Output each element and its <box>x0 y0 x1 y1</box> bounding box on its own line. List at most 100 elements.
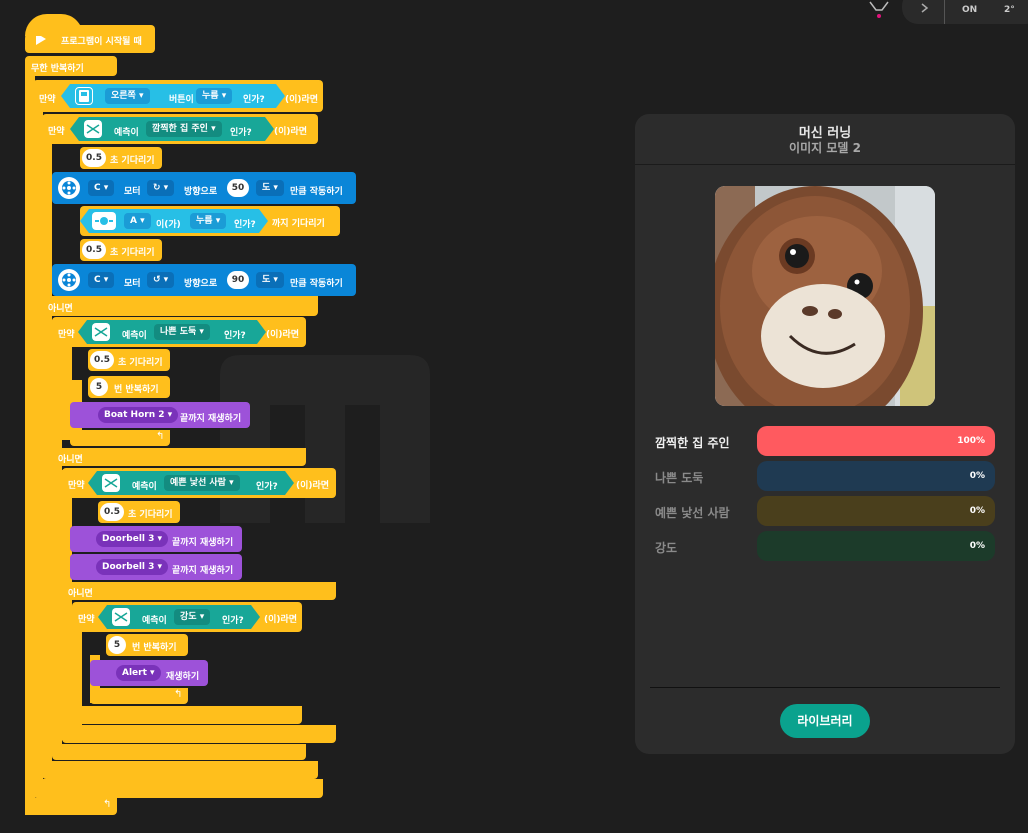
ml-panel: 머신 러닝 이미지 모델 2 깜찍한 집 주인 100% 나쁜 도둑 0% 예쁜… <box>635 114 1015 754</box>
motor-icon <box>58 177 80 199</box>
class-dropdown[interactable]: 예쁜 낯선 사람 ▾ <box>164 475 240 491</box>
class-dropdown[interactable]: 깜찍한 집 주인 ▾ <box>146 121 222 137</box>
if-predict-block-2[interactable]: 만약 예측이 나쁜 도둑 ▾ 인가? (이)라면 <box>52 317 306 347</box>
then-label: (이)라면 <box>285 95 319 105</box>
else-label: 아니면 <box>48 304 73 314</box>
result-value: 0% <box>969 471 985 481</box>
button-side-dropdown[interactable]: 오른쪽 ▾ <box>105 88 150 104</box>
if-predict-block-1[interactable]: 만약 예측이 깜찍한 집 주인 ▾ 인가? (이)라면 <box>42 114 318 144</box>
if-end-4 <box>72 706 302 724</box>
predict-condition[interactable]: 예측이 나쁜 도둑 ▾ 인가? <box>78 320 266 344</box>
sound-dropdown[interactable]: Doorbell 3 ▾ <box>96 531 169 547</box>
play-until-done-label: 끝까지 재생하기 <box>172 538 234 548</box>
repeat-block-2[interactable]: 5 번 반복하기 <box>106 634 188 656</box>
class-dropdown[interactable]: 강도 ▾ <box>174 609 210 625</box>
degree-value[interactable]: 90 <box>227 271 249 289</box>
repeat-value[interactable]: 5 <box>90 378 108 396</box>
else-block-2: 아니면 <box>52 448 306 466</box>
question-label: 인가? <box>234 220 256 230</box>
else-label: 아니면 <box>68 589 93 599</box>
motor-block-2[interactable]: C ▾ 모터 ↺ ▾ 방향으로 90 도 ▾ 만큼 작동하기 <box>52 264 356 296</box>
degree-value[interactable]: 50 <box>227 179 249 197</box>
motor-port-dropdown[interactable]: C ▾ <box>88 272 115 288</box>
wait-value[interactable]: 0.5 <box>82 149 106 167</box>
hub-icon <box>75 87 93 105</box>
chevron-right-icon[interactable] <box>920 2 930 14</box>
sound-value: Boat Horn 2 <box>104 410 165 420</box>
sound-dropdown[interactable]: Doorbell 3 ▾ <box>96 559 169 575</box>
repeat-value[interactable]: 5 <box>108 636 126 654</box>
wait-value[interactable]: 0.5 <box>82 241 106 259</box>
controller-icon[interactable] <box>866 0 892 20</box>
wait-block[interactable]: 0.5 초 기다리기 <box>88 349 170 371</box>
predict-condition[interactable]: 예측이 예쁜 낯선 사람 ▾ 인가? <box>88 471 294 495</box>
result-label: 강도 <box>655 541 678 555</box>
motor-port-value: C <box>94 275 101 285</box>
sound-dropdown[interactable]: Boat Horn 2 ▾ <box>98 407 179 423</box>
pressed-dropdown[interactable]: 누름 ▾ <box>196 88 232 104</box>
play-label: 재생하기 <box>166 672 200 682</box>
loop-arrow-icon: ↰ <box>103 799 112 810</box>
loop-arrow-icon: ↰ <box>174 689 183 700</box>
hat-cap <box>25 14 83 36</box>
if-end-0 <box>33 779 323 798</box>
sensor-port-dropdown[interactable]: A ▾ <box>124 213 151 229</box>
motor-word: 모터 <box>124 187 141 197</box>
repeat-block-1[interactable]: 5 번 반복하기 <box>88 376 170 398</box>
if-button-block[interactable]: 만약 오른쪽 ▾ 버튼이 누름 ▾ 인가? (이)라면 <box>33 80 323 112</box>
else-block-1: 아니면 <box>42 296 318 316</box>
if-predict-block-3[interactable]: 만약 예측이 예쁜 낯선 사람 ▾ 인가? (이)라면 <box>62 468 336 498</box>
motor-block-1[interactable]: C ▾ 모터 ↻ ▾ 방향으로 50 도 ▾ 만큼 작동하기 <box>52 172 356 204</box>
if-label: 만약 <box>48 127 65 137</box>
sound-dropdown[interactable]: Alert ▾ <box>116 665 161 681</box>
wait-value[interactable]: 0.5 <box>100 503 124 521</box>
button-condition[interactable]: 오른쪽 ▾ 버튼이 누름 ▾ 인가? <box>61 84 285 108</box>
wait-label: 초 기다리기 <box>128 510 173 520</box>
play-sound-block[interactable]: Alert ▾ 재생하기 <box>90 660 208 686</box>
unit-value: 도 <box>262 183 271 193</box>
unit-dropdown[interactable]: 도 ▾ <box>256 272 284 288</box>
sound-value: Doorbell 3 <box>102 534 155 544</box>
if-predict-block-4[interactable]: 만약 예측이 강도 ▾ 인가? (이)라면 <box>72 602 302 632</box>
unit-dropdown[interactable]: 도 ▾ <box>256 180 284 196</box>
button-side-value: 오른쪽 <box>111 91 136 101</box>
result-value: 100% <box>957 436 985 446</box>
direction-dropdown[interactable]: ↺ ▾ <box>147 272 175 288</box>
if-end-1 <box>42 761 318 779</box>
question-label: 인가? <box>243 95 265 105</box>
pressed-value: 누름 <box>202 91 219 101</box>
wait-until-block[interactable]: A ▾ 이(가) 누름 ▾ 인가? 까지 기다리기 <box>80 206 340 236</box>
forever-end: ↰ <box>25 798 117 815</box>
sensor-condition[interactable]: A ▾ 이(가) 누름 ▾ 인가? <box>80 209 268 233</box>
motor-icon <box>58 269 80 291</box>
predict-condition[interactable]: 예측이 강도 ▾ 인가? <box>98 605 260 629</box>
play-until-done-block[interactable]: Boat Horn 2 ▾ 끝까지 재생하기 <box>70 402 250 428</box>
library-button[interactable]: 라이브러리 <box>780 704 870 738</box>
wait-block[interactable]: 0.5 초 기다리기 <box>80 147 162 169</box>
wait-value[interactable]: 0.5 <box>90 351 114 369</box>
panel-footer-divider <box>650 687 1000 688</box>
if-label: 만약 <box>78 615 95 625</box>
wait-block[interactable]: 0.5 초 기다리기 <box>98 501 180 523</box>
motor-port-dropdown[interactable]: C ▾ <box>88 180 115 196</box>
wait-label: 초 기다리기 <box>110 248 155 258</box>
class-dropdown[interactable]: 나쁜 도둑 ▾ <box>154 324 210 340</box>
forever-block[interactable]: 무한 반복하기 <box>25 56 117 76</box>
play-until-done-block[interactable]: Doorbell 3 ▾ 끝까지 재생하기 <box>70 526 242 552</box>
then-label: (이)라면 <box>296 481 330 491</box>
repeat-end-2: ↰ <box>90 688 188 704</box>
wait-block[interactable]: 0.5 초 기다리기 <box>80 239 162 261</box>
result-bar: 0% <box>757 531 995 561</box>
predict-condition[interactable]: 예측이 깜찍한 집 주인 ▾ 인가? <box>70 117 274 141</box>
class-value: 깜찍한 집 주인 <box>152 124 208 134</box>
then-label: (이)라면 <box>274 127 308 137</box>
predict-word: 예측이 <box>114 128 139 138</box>
direction-dropdown[interactable]: ↻ ▾ <box>147 180 175 196</box>
motor-word: 모터 <box>124 279 141 289</box>
forever-label: 무한 반복하기 <box>31 64 84 74</box>
wait-label: 초 기다리기 <box>110 156 155 166</box>
pressed-value: 누름 <box>196 216 213 226</box>
play-until-done-block[interactable]: Doorbell 3 ▾ 끝까지 재생하기 <box>70 554 242 580</box>
sensor-pressed-dropdown[interactable]: 누름 ▾ <box>190 213 226 229</box>
question-label: 인가? <box>256 482 278 492</box>
